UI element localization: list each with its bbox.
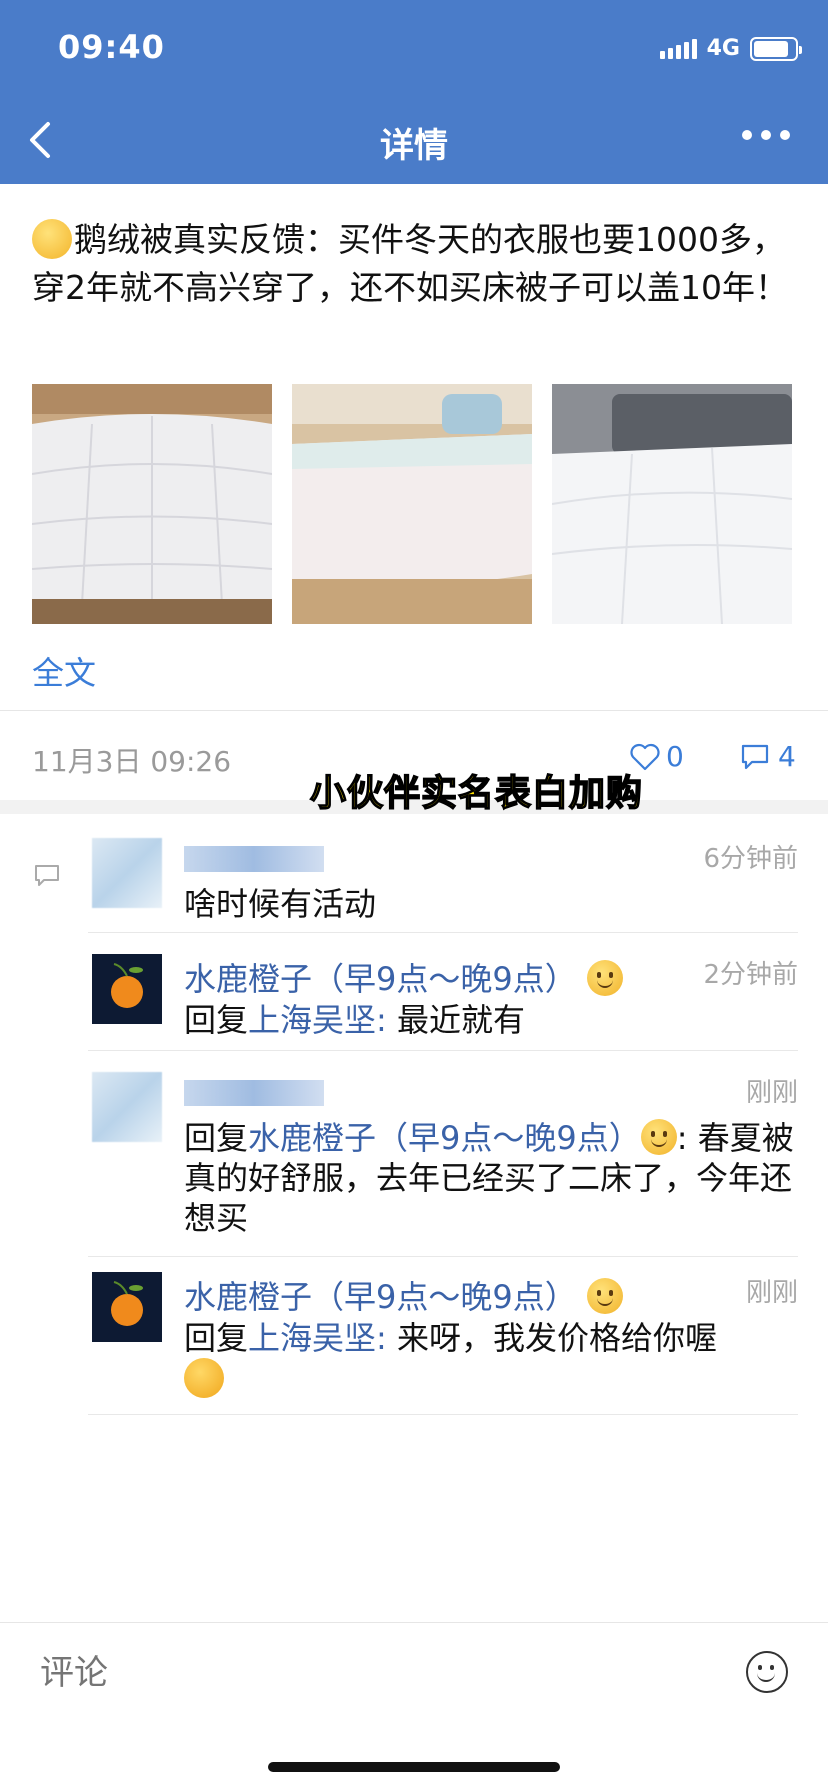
comment-bar — [0, 1622, 828, 1730]
home-indicator[interactable] — [268, 1762, 560, 1772]
network-type: 4G — [706, 36, 740, 61]
comment-author[interactable]: 水鹿橙子（早9点～晚9点） — [184, 1272, 623, 1318]
comment-text: 回复上海吴坚: 来呀，我发价格给你喔 — [184, 1318, 798, 1399]
avatar[interactable] — [92, 838, 162, 908]
divider — [88, 1050, 798, 1051]
comment-item[interactable]: 刚刚 回复水鹿橙子（早9点～晚9点）: 春夏被真的好舒服，去年已经买了二床了，今… — [92, 1072, 798, 1242]
overlay-caption: 小伙伴实名表白加购 — [309, 772, 644, 815]
comment-text: 啥时候有活动 — [184, 885, 377, 923]
comment-author-masked[interactable] — [184, 1080, 324, 1106]
emoji-icon[interactable] — [746, 1651, 788, 1693]
reply-mention[interactable]: 上海吴坚: — [248, 1319, 387, 1357]
signal-icon — [659, 38, 697, 59]
divider — [88, 932, 798, 933]
avatar[interactable] — [92, 1272, 162, 1342]
comment-time: 刚刚 — [745, 1278, 798, 1308]
comment-time: 刚刚 — [745, 1078, 798, 1108]
divider — [88, 1414, 798, 1415]
orange-avatar-image — [92, 954, 162, 1024]
comment-input[interactable] — [40, 1653, 640, 1693]
comment-count: 4 — [778, 740, 796, 773]
comment-text: 回复水鹿橙子（早9点～晚9点）: 春夏被真的好舒服，去年已经买了二床了，今年还想… — [184, 1119, 794, 1237]
post-body: 鹅绒被真实反馈：买件冬天的衣服也要1000多，穿2年就不高兴穿了，还不如买床被子… — [32, 220, 788, 307]
smiley-emoji-icon — [586, 1278, 623, 1314]
status-time: 09:40 — [58, 28, 165, 66]
post-photo[interactable] — [292, 384, 532, 624]
smiley-emoji-icon — [640, 1119, 677, 1155]
full-text-link[interactable]: 全文 — [32, 648, 96, 694]
page-title: 详情 — [380, 126, 448, 166]
divider — [0, 710, 828, 711]
thinking-emoji-icon — [32, 219, 72, 259]
reply-mention[interactable]: 上海吴坚: — [248, 1001, 387, 1039]
duvet-photo-image — [292, 384, 532, 624]
post-date: 11月3日 09:26 — [32, 745, 232, 778]
comment-time: 6分钟前 — [703, 844, 798, 874]
comment-list-icon — [35, 865, 59, 886]
like-count: 0 — [666, 740, 684, 773]
comment-item[interactable]: 水鹿橙子（早9点～晚9点） 刚刚 回复上海吴坚: 来呀，我发价格给你喔 — [92, 1272, 798, 1412]
comment-author-masked[interactable] — [184, 846, 324, 872]
comment-item[interactable]: 6分钟前 啥时候有活动 — [92, 838, 798, 938]
comment-icon — [741, 744, 769, 769]
orange-avatar-image — [92, 1272, 162, 1342]
post-photos — [32, 384, 792, 624]
comment-button[interactable]: 4 — [740, 740, 796, 773]
duvet-photo-image — [552, 384, 792, 624]
battery-icon — [750, 36, 802, 61]
top-bar: 09:40 4G 详情 — [0, 0, 828, 184]
post-text: 鹅绒被真实反馈：买件冬天的衣服也要1000多，穿2年就不高兴穿了，还不如买床被子… — [32, 216, 802, 312]
comment-item[interactable]: 水鹿橙子（早9点～晚9点） 2分钟前 回复上海吴坚: 最近就有 — [92, 954, 798, 1054]
more-button[interactable] — [742, 130, 790, 140]
post-photo[interactable] — [32, 384, 272, 624]
status-indicators: 4G — [659, 36, 802, 61]
comment-text: 回复上海吴坚: 最近就有 — [184, 1001, 525, 1039]
comment-time: 2分钟前 — [703, 960, 798, 990]
comment-author[interactable]: 水鹿橙子（早9点～晚9点） — [184, 954, 623, 1000]
avatar[interactable] — [92, 1072, 162, 1142]
reply-mention[interactable]: 水鹿橙子（早9点～晚9点） — [248, 1119, 641, 1157]
post-photo[interactable] — [552, 384, 792, 624]
thinking-emoji-icon — [184, 1358, 224, 1398]
more-icon — [742, 130, 752, 140]
avatar[interactable] — [92, 954, 162, 1024]
divider — [88, 1256, 798, 1257]
smiley-emoji-icon — [586, 960, 623, 996]
duvet-photo-image — [32, 384, 272, 624]
